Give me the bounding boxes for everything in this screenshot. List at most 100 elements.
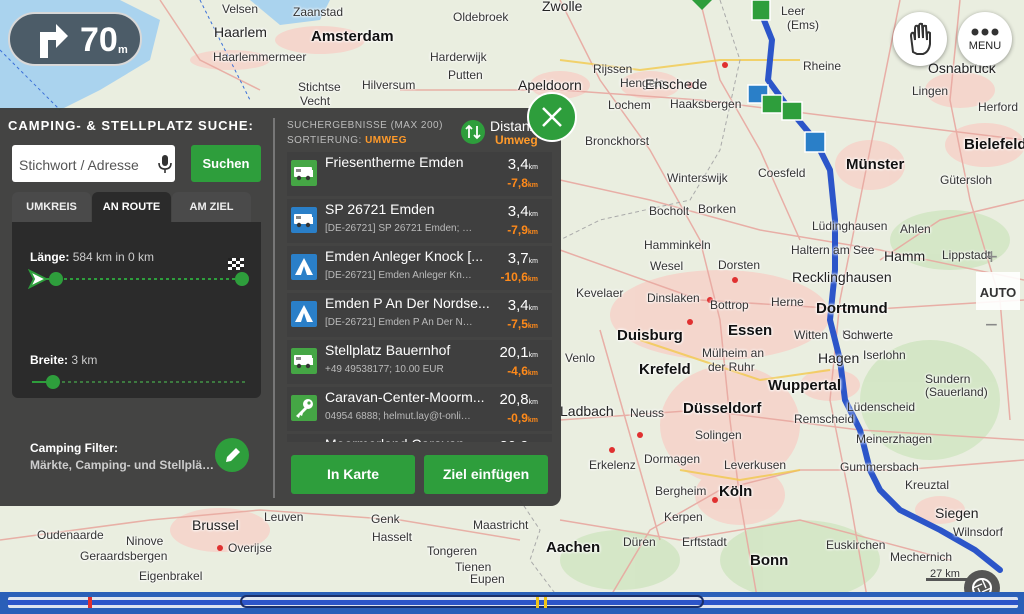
map-label: Sundern xyxy=(925,372,971,386)
map-label: Lochem xyxy=(608,98,651,112)
map-label: Dormagen xyxy=(644,452,701,466)
map-label: Wilnsdorf xyxy=(953,525,1004,539)
width-value: 3 km xyxy=(71,353,98,367)
map-label: Dinslaken xyxy=(647,291,700,305)
close-icon xyxy=(542,107,562,127)
map-label: Dortmund xyxy=(816,300,888,317)
result-details: 04954 6888; helmut.lay@t-online… xyxy=(325,411,475,422)
length-slider[interactable] xyxy=(28,258,253,298)
auto-zoom-button[interactable]: AUTO xyxy=(976,272,1020,310)
map-label: Venlo xyxy=(565,351,596,365)
menu-button[interactable]: MENU xyxy=(958,12,1012,66)
map-label: Tienen xyxy=(455,560,492,574)
edit-filter-button[interactable] xyxy=(215,438,249,472)
map-label: Ninove xyxy=(126,534,164,548)
result-name: Emden P An Der Nordse... xyxy=(325,295,490,311)
map-label: Aachen xyxy=(546,539,601,556)
map-label: Solingen xyxy=(695,428,742,442)
map-label: Genk xyxy=(371,512,400,526)
map-label: Brussel xyxy=(192,517,239,533)
map-label: Mülheim an xyxy=(702,346,765,360)
result-details: [DE-26721] Emden P An Der Nords… xyxy=(325,317,475,328)
map-label: Herne xyxy=(771,295,804,309)
map-label: (Sauerland) xyxy=(925,385,988,399)
map-label: Erftstadt xyxy=(682,535,727,549)
result-details: [DE-26721] Emden Anleger Knock… xyxy=(325,270,475,281)
map-label: Putten xyxy=(448,68,483,82)
result-row[interactable]: Emden P An Der Nordse... [DE-26721] Emden… xyxy=(287,293,552,337)
result-detour: -10,6km xyxy=(500,270,538,284)
result-name: Emden Anleger Knock [... xyxy=(325,248,483,264)
key-icon xyxy=(291,395,317,421)
search-input[interactable] xyxy=(17,145,156,184)
map-label: Meinerzhagen xyxy=(856,432,933,446)
in-karte-button[interactable]: In Karte xyxy=(291,455,415,494)
map-label: Tongeren xyxy=(427,544,478,558)
camping-filter-value[interactable]: Märkte, Camping- und Stellplätze xyxy=(30,458,215,472)
width-slider[interactable] xyxy=(28,372,253,392)
tab-am-ziel[interactable]: AM ZIEL xyxy=(172,192,251,222)
map-label: Schwerte xyxy=(843,328,894,342)
zoom-out-icon[interactable]: − xyxy=(985,312,998,338)
map-label: Haaksbergen xyxy=(670,97,742,111)
camping-search-panel: CAMPING- & STELLPLATZ SUCHE: Suchen UMKR… xyxy=(0,108,561,506)
map-label: Maastricht xyxy=(473,518,529,532)
result-row[interactable]: Stellplatz Bauernhof +49 49538177; 10.00 … xyxy=(287,340,552,384)
map-label: Neuss xyxy=(630,406,665,420)
map-label: Mechernich xyxy=(890,550,953,564)
map-label: Gummersbach xyxy=(840,460,919,474)
panel-title: CAMPING- & STELLPLATZ SUCHE: xyxy=(8,118,254,133)
add-destination-button[interactable]: Ziel einfügen xyxy=(424,455,548,494)
result-name: Moormerland Caravan xyxy=(325,436,495,442)
result-detour: -7,5km xyxy=(507,317,538,331)
map-label: der Ruhr xyxy=(708,360,755,374)
map-label: Haarlem xyxy=(214,24,267,40)
pan-mode-button[interactable] xyxy=(893,12,947,66)
map-label: Winterswijk xyxy=(667,171,728,185)
map-label: Remscheid xyxy=(794,412,855,426)
result-row[interactable]: Friesentherme Emden 3,4km -7,8km xyxy=(287,152,552,196)
results-list[interactable]: Friesentherme Emden 3,4km -7,8km SP 26721 E… xyxy=(287,152,552,442)
result-row[interactable]: Emden Anleger Knock [... [DE-26721] Emden… xyxy=(287,246,552,290)
map-label: Bronckhorst xyxy=(585,134,650,148)
route-progress-window[interactable] xyxy=(240,595,704,608)
sort-arrows-icon xyxy=(465,124,481,140)
sort-toggle-button[interactable] xyxy=(461,120,485,144)
camper-icon xyxy=(291,348,317,374)
hand-icon xyxy=(909,22,931,55)
turn-distance-unit: m xyxy=(118,44,128,56)
map-label: Enschede xyxy=(645,76,708,92)
turn-instruction[interactable]: 70 m xyxy=(8,12,142,66)
map-label: Recklinghausen xyxy=(792,269,892,285)
microphone-icon[interactable] xyxy=(157,154,173,174)
map-label: Bergheim xyxy=(655,484,707,498)
map-label: Kreuztal xyxy=(905,478,950,492)
zoom-in-icon[interactable]: + xyxy=(985,244,998,270)
menu-label: MENU xyxy=(968,40,1002,52)
result-row[interactable]: Moormerland Caravan 20,9km xyxy=(287,434,552,442)
pencil-icon xyxy=(226,448,240,462)
map-label: (Ems) xyxy=(787,18,819,32)
map-label: Vecht xyxy=(300,94,331,108)
result-detour: -4,6km xyxy=(507,364,538,378)
tab-an-route[interactable]: AN ROUTE xyxy=(92,192,171,222)
close-panel-button[interactable] xyxy=(527,92,577,142)
map-label: Krefeld xyxy=(639,361,691,378)
search-button[interactable]: Suchen xyxy=(191,145,261,182)
route-progress-bar[interactable] xyxy=(0,592,1024,614)
map-label: Lüdenscheid xyxy=(847,400,916,414)
search-box[interactable] xyxy=(12,145,175,184)
map-label: Kevelaer xyxy=(576,286,624,300)
result-distance: 3,7km xyxy=(507,250,538,267)
result-row[interactable]: SP 26721 Emden [DE-26721] SP 26721 Emden;… xyxy=(287,199,552,243)
tent-icon xyxy=(291,254,317,280)
result-name: Friesentherme Emden xyxy=(325,154,464,170)
map-label: Harderwijk xyxy=(430,50,487,64)
result-row[interactable]: Caravan-Center-Moorm... 04954 6888; helmu… xyxy=(287,387,552,431)
map-label: Oudenaarde xyxy=(37,528,104,542)
tab-umkreis[interactable]: UMKREIS xyxy=(12,192,91,222)
map-label: Lüdinghausen xyxy=(812,219,888,233)
result-detour: -7,9km xyxy=(507,223,538,237)
map-label: Duisburg xyxy=(617,327,683,344)
map-label: Witten xyxy=(794,328,829,342)
